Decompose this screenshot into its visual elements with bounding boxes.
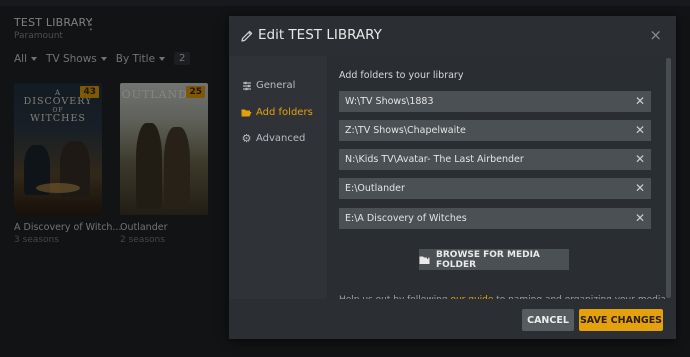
modal-content: Add folders to your library W:\TV Shows\… <box>327 56 676 305</box>
close-icon[interactable]: × <box>649 26 662 44</box>
gear-icon: ⚙ <box>241 132 252 145</box>
remove-folder-icon[interactable]: ✕ <box>635 149 645 170</box>
modal-header: Edit TEST LIBRARY × <box>229 16 676 56</box>
folder-row: Z:\TV Shows\Chapelwaite ✕ <box>339 120 651 141</box>
nav-item-general[interactable]: General <box>241 80 295 91</box>
folder-row: N:\Kids TV\Avatar- The Last Airbender ✕ <box>339 149 651 170</box>
browse-button-label: BROWSE FOR MEDIA FOLDER <box>436 249 540 270</box>
nav-item-add-folders[interactable]: Add folders <box>241 107 313 118</box>
nav-item-label: Add folders <box>256 107 313 118</box>
nav-item-label: General <box>256 80 296 91</box>
sliders-icon <box>241 80 252 91</box>
folder-path: E:\A Discovery of Witches <box>345 213 467 224</box>
folder-path: W:\TV Shows\1883 <box>345 96 434 107</box>
folder-open-icon <box>241 107 252 118</box>
folder-path: E:\Outlander <box>345 183 405 194</box>
remove-folder-icon[interactable]: ✕ <box>635 178 645 199</box>
browse-media-folder-button[interactable]: BROWSE FOR MEDIA FOLDER <box>419 249 569 270</box>
modal-sidebar: General Add folders ⚙ Advanced <box>229 56 327 299</box>
nav-item-advanced[interactable]: ⚙ Advanced <box>241 132 306 145</box>
remove-folder-icon[interactable]: ✕ <box>635 208 645 229</box>
pencil-icon <box>241 30 253 42</box>
edit-library-modal: Edit TEST LIBRARY × General Add folders … <box>229 16 676 339</box>
folder-add-icon <box>419 254 431 265</box>
nav-item-label: Advanced <box>256 133 306 144</box>
scrollbar[interactable] <box>666 58 671 298</box>
folder-path: Z:\TV Shows\Chapelwaite <box>345 125 466 136</box>
remove-folder-icon[interactable]: ✕ <box>635 120 645 141</box>
section-label: Add folders to your library <box>339 70 464 81</box>
modal-title: Edit TEST LIBRARY <box>258 27 382 43</box>
folder-path: N:\Kids TV\Avatar- The Last Airbender <box>345 154 524 165</box>
remove-folder-icon[interactable]: ✕ <box>635 91 645 112</box>
folder-row: E:\A Discovery of Witches ✕ <box>339 208 651 229</box>
cancel-button[interactable]: CANCEL <box>522 309 574 331</box>
folder-row: W:\TV Shows\1883 ✕ <box>339 91 651 112</box>
folder-row: E:\Outlander ✕ <box>339 178 651 199</box>
save-changes-button[interactable]: SAVE CHANGES <box>579 309 663 331</box>
modal-footer: CANCEL SAVE CHANGES <box>229 299 676 339</box>
